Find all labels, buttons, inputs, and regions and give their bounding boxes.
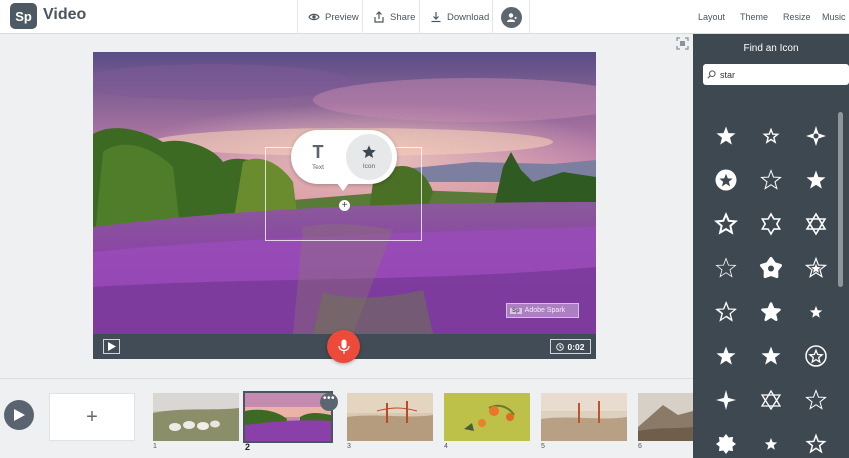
avatar [500,6,522,28]
text-icon: T [312,142,324,162]
star-solid-icon[interactable] [758,343,784,369]
star-rounded-solid-icon[interactable] [758,299,784,325]
slide-number-5: 5 [541,443,545,450]
add-icon-label: Icon [362,163,376,170]
star-solid-icon[interactable] [803,167,829,193]
play-icon [107,342,116,351]
app-logo[interactable]: Sp [10,3,37,29]
slide-thumbnail-2[interactable] [243,391,333,443]
slide-thumbnail-5[interactable] [541,393,627,441]
account-button[interactable] [492,0,530,34]
search-icon [707,70,716,79]
share-icon [374,11,384,23]
download-icon [431,12,441,23]
star-outline-thin-icon[interactable] [713,255,739,281]
slide-1-preview [153,393,239,441]
slide-2-preview [245,393,331,441]
clock-icon [556,342,565,351]
slide-number-4: 4 [444,443,448,450]
slide-thumbnail-6[interactable] [638,393,693,441]
star-solid-icon[interactable] [713,343,739,369]
menu-music[interactable]: Music [822,0,846,34]
eye-icon [308,13,320,21]
add-text-option[interactable]: T Text [295,134,341,180]
record-voice-button[interactable] [327,330,360,363]
add-element-handle[interactable]: + [339,200,350,211]
star-four-point-circle-icon[interactable] [803,123,829,149]
add-slide-button[interactable]: + [49,393,135,441]
slide-thumbnail-3[interactable] [347,393,433,441]
starburst-icon[interactable] [713,431,739,457]
slide-4-preview [444,393,530,441]
star-small-solid-icon[interactable] [803,299,829,325]
slide-thumbnail-4[interactable] [444,393,530,441]
add-text-label: Text [312,164,324,171]
user-add-icon [506,12,517,22]
fit-screen-icon[interactable] [676,37,689,50]
slide-thumbnail-1[interactable] [153,393,239,441]
star-of-david-triangle-icon[interactable] [758,387,784,413]
panel-scrollbar[interactable] [838,112,843,287]
slide-6-preview [638,393,693,441]
panel-title: Find an Icon [743,43,799,54]
icon-search-field[interactable] [703,64,849,85]
preview-label: Preview [325,11,359,23]
top-bar: Sp Video Preview Share Download Layout T… [0,0,849,34]
preview-button[interactable]: Preview [297,0,369,34]
duration-button[interactable]: 0:02 [550,339,591,354]
star-outline-small-icon[interactable] [758,123,784,149]
star-four-point-icon[interactable] [713,387,739,413]
star-outline-icon[interactable] [758,167,784,193]
app-name: Video [43,6,87,23]
slide-number-3: 3 [347,443,351,450]
watermark: Sp Adobe Spark [506,303,579,318]
watermark-text: Adobe Spark [524,307,566,314]
share-button[interactable]: Share [362,0,425,34]
share-label: Share [390,11,416,23]
star-in-circle-icon[interactable] [713,167,739,193]
watermark-badge: Sp [510,307,522,314]
slide-3-preview [347,393,433,441]
slide-number-2: 2 [245,442,251,452]
star-flower-icon[interactable] [758,255,784,281]
slide-number-1: 1 [153,443,157,450]
star-outline-sharp-icon[interactable] [803,431,829,457]
download-label: Download [447,11,490,23]
slide-5-preview [541,393,627,441]
microphone-icon [337,339,350,354]
slide-number-6: 6 [638,443,642,450]
add-element-popup: T Text Icon [291,130,397,191]
menu-resize[interactable]: Resize [783,0,811,34]
icon-search-input[interactable] [720,69,830,80]
download-button[interactable]: Download [419,0,499,34]
slide-options-button[interactable]: ••• [320,393,338,411]
menu-layout[interactable]: Layout [698,0,725,34]
play-icon [13,409,25,421]
star-circle-outline-icon[interactable] [803,343,829,369]
star-icon [362,145,376,158]
star-outline-double-icon[interactable] [803,255,829,281]
star-of-david-icon[interactable] [803,211,829,237]
star-of-david-outline-icon[interactable] [758,211,784,237]
slide-timeline: + 1 2 3 4 5 6 [0,378,693,458]
play-all-button[interactable] [4,400,34,430]
star-small-solid-icon[interactable] [758,431,784,457]
star-outline-bold-icon[interactable] [713,211,739,237]
star-solid-icon[interactable] [713,123,739,149]
menu-theme[interactable]: Theme [740,0,768,34]
star-sketch-icon[interactable] [713,299,739,325]
star-outline-icon[interactable] [803,387,829,413]
slide-canvas[interactable]: T Text Icon + Sp Adobe Spark [93,52,596,334]
add-icon-option[interactable]: Icon [346,134,392,180]
play-button[interactable] [103,339,120,354]
duration-value: 0:02 [567,341,585,352]
